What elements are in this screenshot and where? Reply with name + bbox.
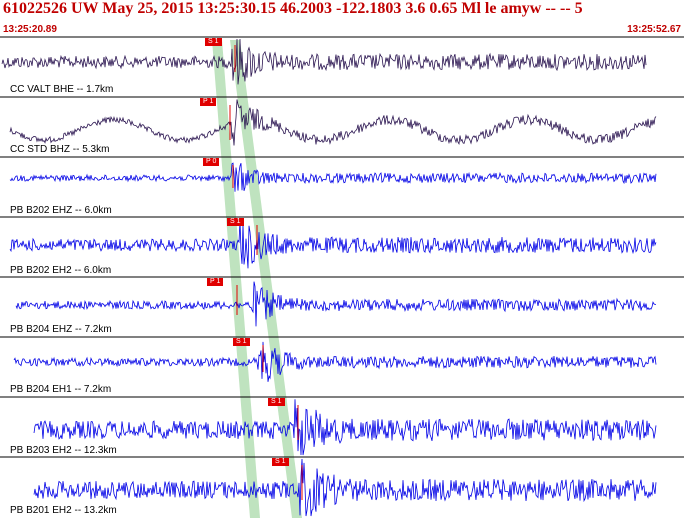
trace-label: CC VALT BHE -- 1.7km <box>10 84 114 95</box>
waveform-trace <box>9 162 657 192</box>
trace-label: PB B202 EH2 -- 6.0km <box>10 265 112 276</box>
phase-pick-marker[interactable]: S 1 <box>205 38 222 46</box>
phase-pick-marker[interactable]: S 1 <box>233 338 250 346</box>
waveform-trace <box>9 220 657 269</box>
phase-pick-marker[interactable]: S 1 <box>227 218 244 226</box>
phase-pick-marker[interactable]: S 1 <box>272 458 289 466</box>
phase-pick-marker[interactable]: S 1 <box>268 398 285 406</box>
phase-pick-marker[interactable]: P 0 <box>203 158 220 166</box>
trace-label: PB B203 EH2 -- 12.3km <box>10 445 117 456</box>
waveform-trace <box>9 99 657 146</box>
waveform-trace <box>15 281 657 327</box>
waveform-trace <box>1 38 647 85</box>
trace-label: PB B202 EHZ -- 6.0km <box>10 205 112 216</box>
phase-pick-marker[interactable]: P 1 <box>200 98 217 106</box>
trace-label: PB B204 EHZ -- 7.2km <box>10 324 112 335</box>
seismogram-panel[interactable] <box>0 0 684 518</box>
waveform-trace <box>33 399 657 456</box>
trace-label: PB B201 EH2 -- 13.2km <box>10 505 117 516</box>
trace-label: PB B204 EH1 -- 7.2km <box>10 384 112 395</box>
waveform-trace <box>13 341 657 382</box>
trace-label: CC STD BHZ -- 5.3km <box>10 144 110 155</box>
phase-pick-marker[interactable]: P 1 <box>207 278 224 286</box>
waveform-trace <box>33 458 657 517</box>
